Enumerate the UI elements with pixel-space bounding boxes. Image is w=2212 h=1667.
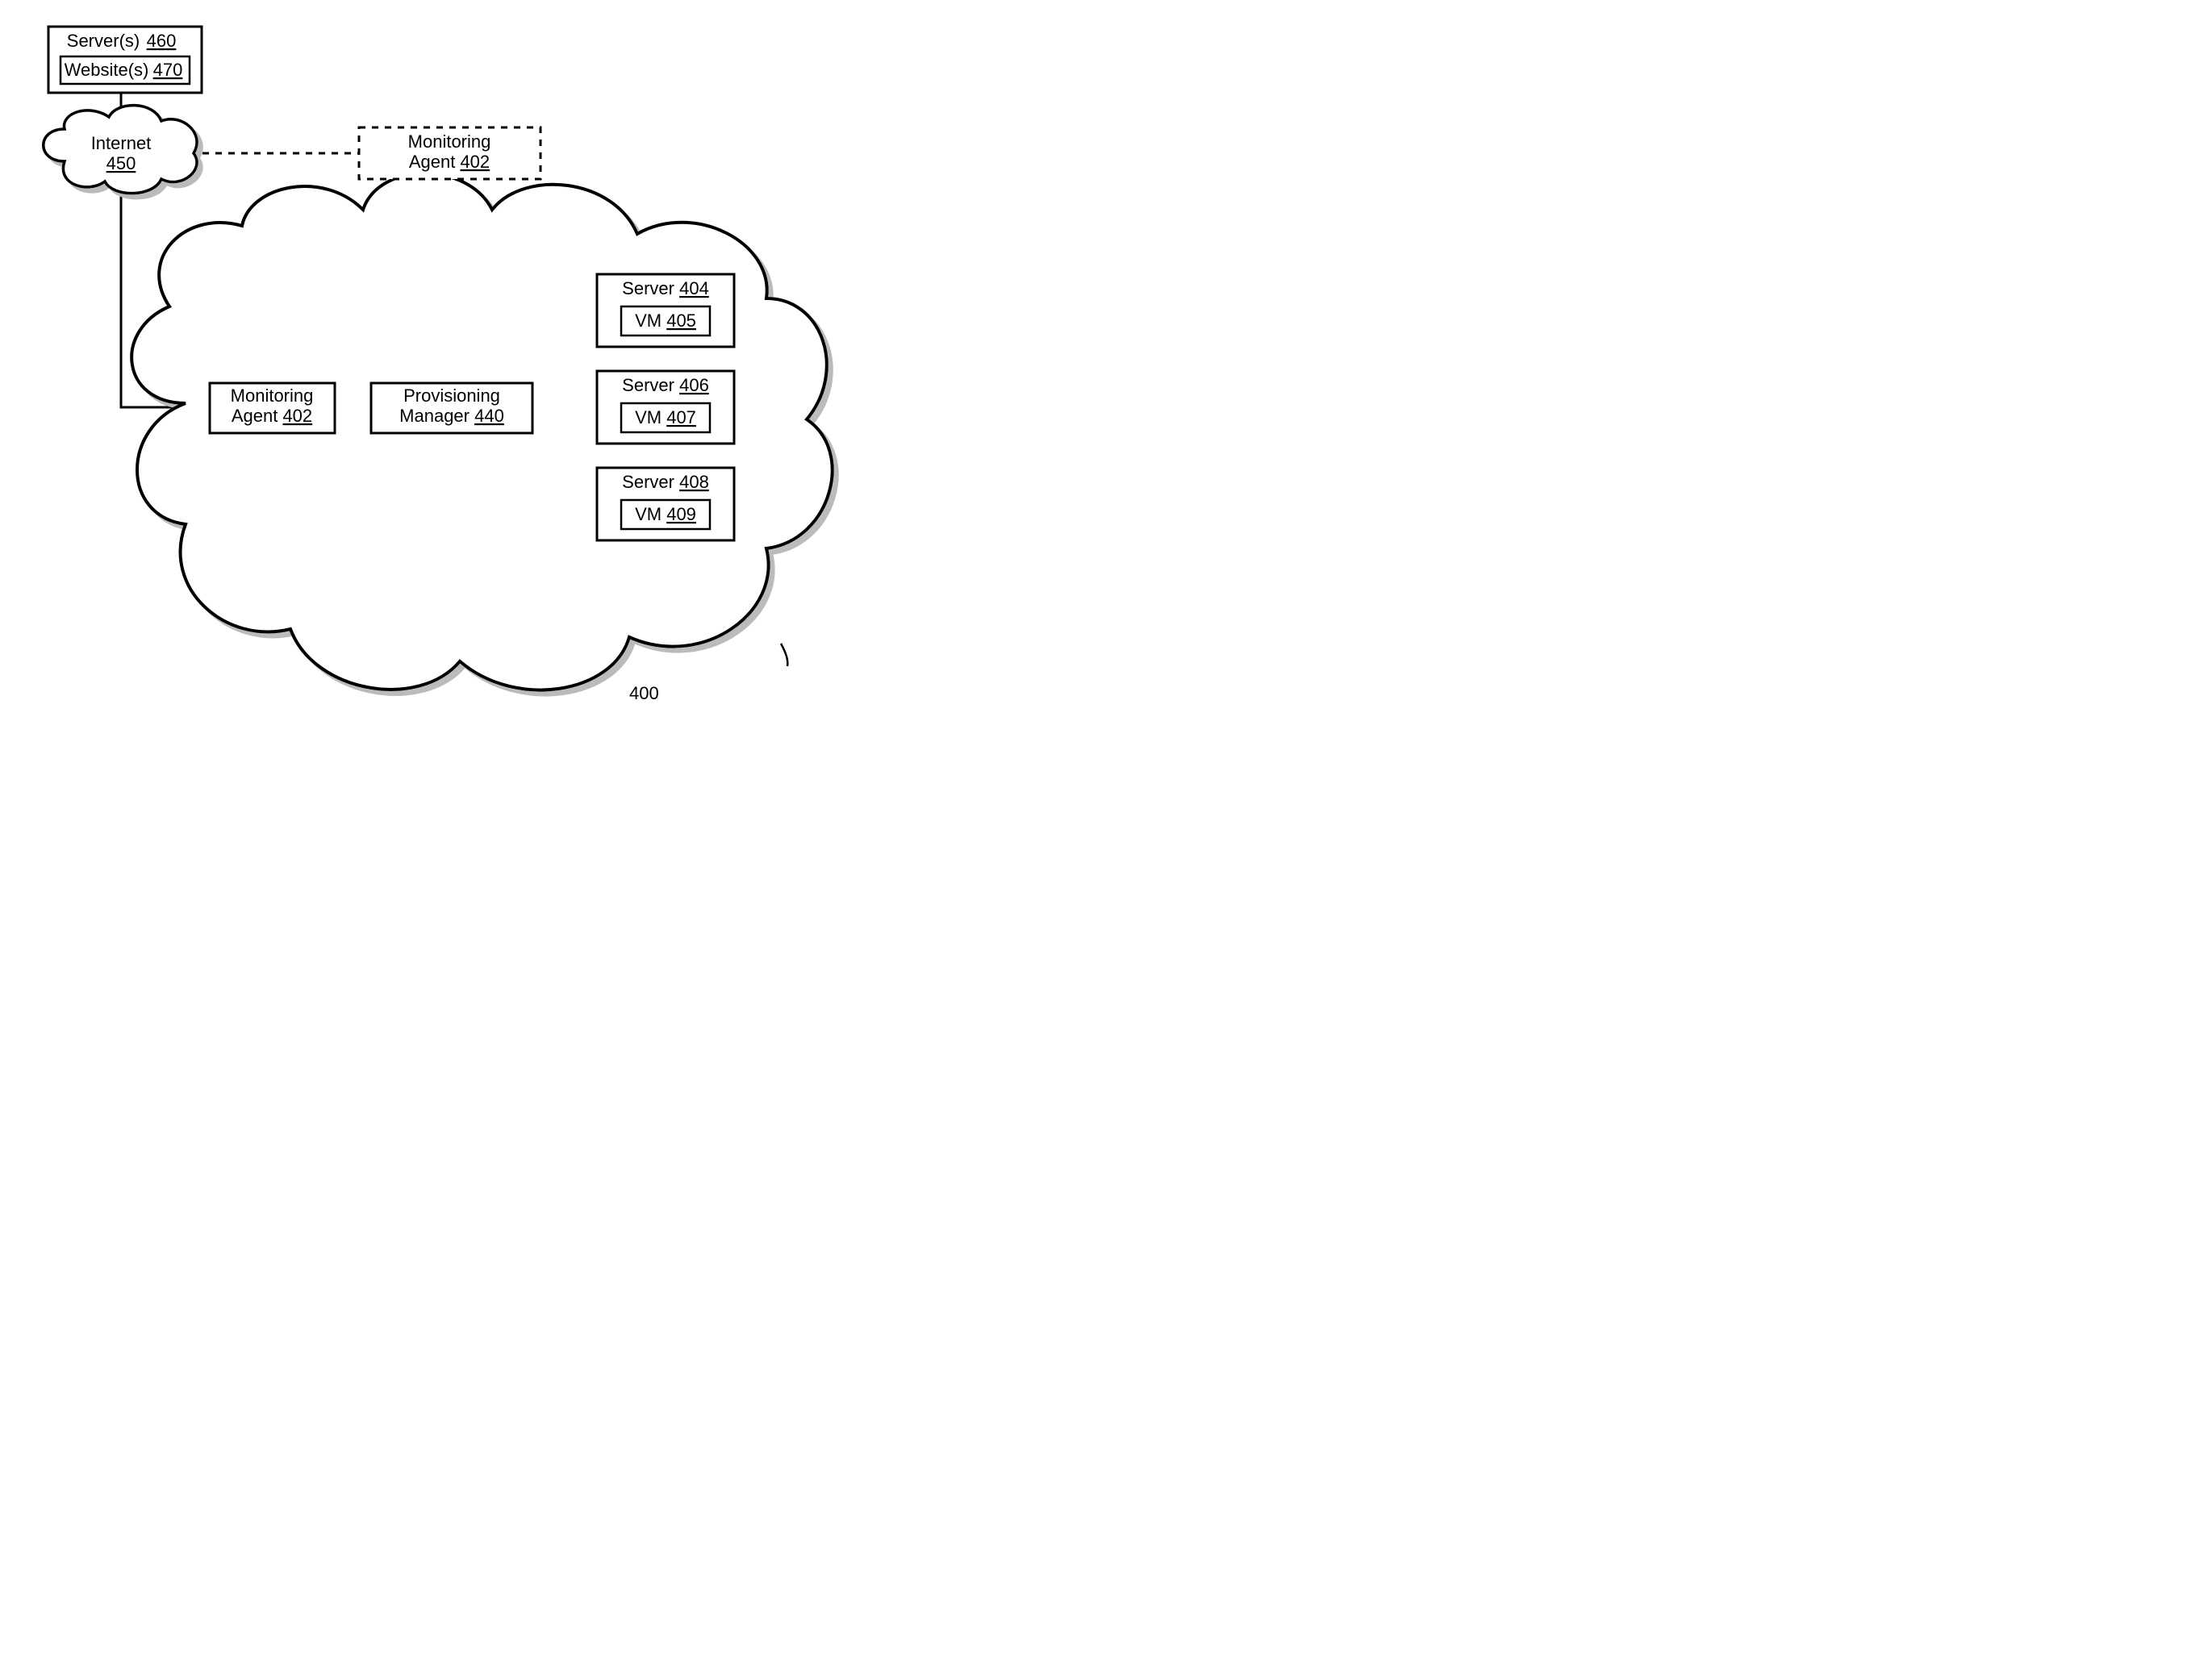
monitoring-agent-internal: Monitoring Agent 402 [210,383,335,433]
mon-ext-ref2: 402 [460,152,490,172]
svg-text:Manager 440: Manager 440 [399,406,504,426]
servers-ref: 460 [147,31,177,51]
svg-text:Server 404: Server 404 [622,278,709,298]
vm3-label: VM [635,504,662,524]
websites-label: Website(s) [65,60,149,80]
servers-box: Server(s) 460 Website(s) 470 [48,27,202,93]
websites-ref: 470 [153,60,183,80]
servers-label: Server(s) [67,31,140,51]
provisioning-manager: Provisioning Manager 440 [371,383,532,433]
svg-text:Provisioning: Provisioning [403,385,500,406]
vm2-ref: 407 [666,407,696,427]
svg-text:VM 409: VM 409 [635,504,696,524]
svg-text:Server 406: Server 406 [622,375,709,395]
svg-text:Monitoring: Monitoring [231,385,314,406]
svg-text:Server(s): Server(s) [67,31,140,51]
srv3-label: Server [622,472,674,492]
srv3-ref: 408 [679,472,709,492]
architecture-diagram: 400 Internet 450 Server(s) 460 Website(s… [0,0,992,748]
svg-text:Website(s): Website(s) [65,60,149,80]
svg-text:Server 408: Server 408 [622,472,709,492]
srv2-ref: 406 [679,375,709,395]
cloud-ref-label: 400 [629,683,659,703]
svg-text:Agent 402: Agent 402 [232,406,312,426]
srv1-ref: 404 [679,278,709,298]
server-1: Server 404 VM 405 [597,274,734,347]
internet-label: Internet [91,133,152,153]
server-2: Server 406 VM 407 [597,371,734,444]
srv2-label: Server [622,375,674,395]
svg-text:Agent 402: Agent 402 [409,152,490,172]
vm2-label: VM [635,407,662,427]
svg-text:Monitoring: Monitoring [408,131,491,152]
websites-box: Website(s) 470 [61,56,190,84]
provmgr-ref: 440 [474,406,504,426]
svg-text:VM 405: VM 405 [635,310,696,331]
srv1-label: Server [622,278,674,298]
vm1-label: VM [635,310,662,331]
internet-ref: 450 [106,153,136,173]
vm3-ref: 409 [666,504,696,524]
svg-text:VM 407: VM 407 [635,407,696,427]
mon-int-ref: 402 [282,406,312,426]
vm1-ref: 405 [666,310,696,331]
server-3: Server 408 VM 409 [597,468,734,540]
